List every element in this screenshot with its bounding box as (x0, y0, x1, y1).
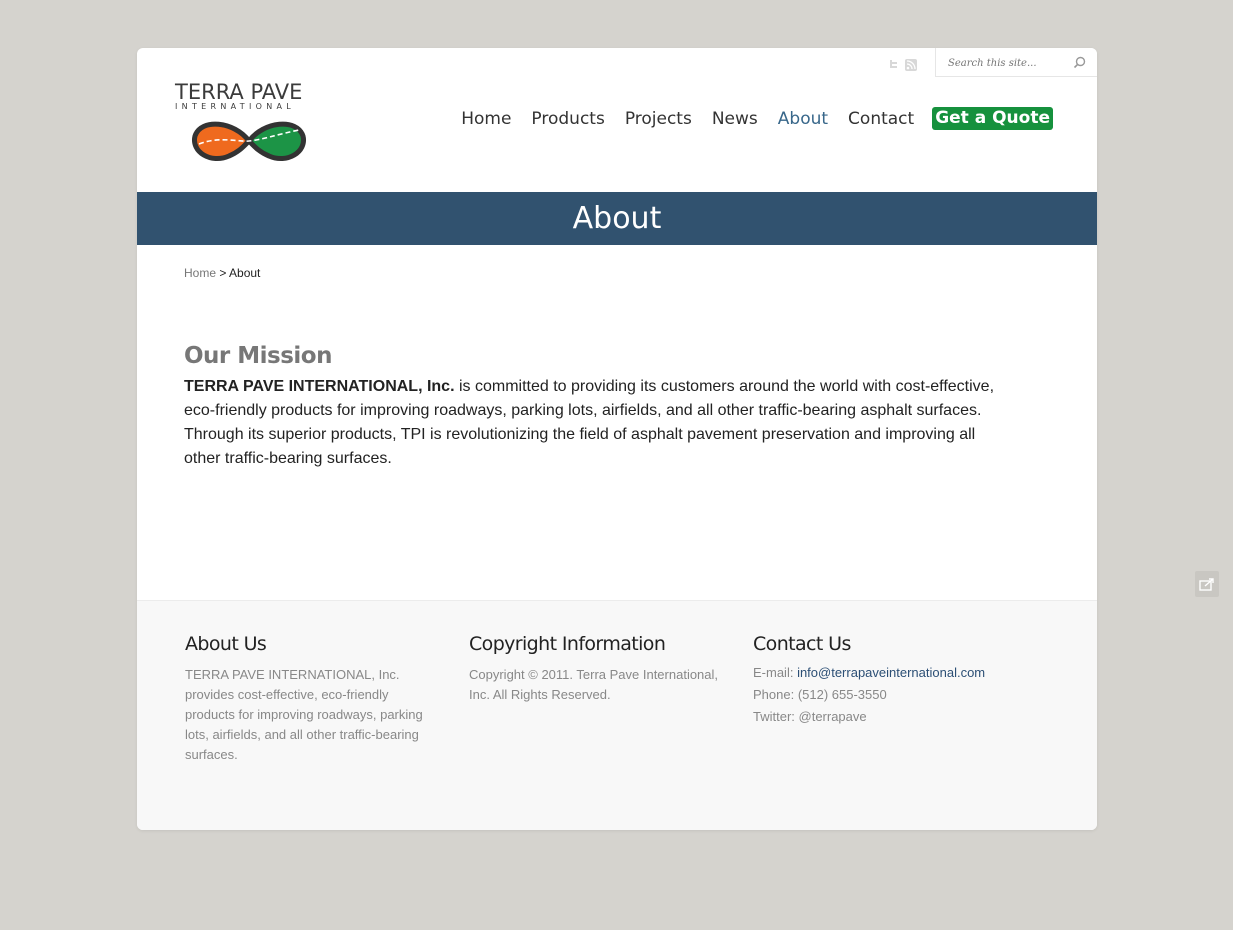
mission-heading: Our Mission (184, 343, 333, 369)
footer-contact: Contact Us E-mail: info@terrapaveinterna… (753, 633, 1003, 731)
footer-email-line: E-mail: info@terrapaveinternational.com (753, 665, 1003, 680)
site-footer: About Us TERRA PAVE INTERNATIONAL, Inc. … (137, 600, 1097, 830)
email-label: E-mail: (753, 665, 798, 680)
nav-contact[interactable]: Contact (848, 109, 914, 129)
page-title-banner: About (137, 192, 1097, 245)
nav-products[interactable]: Products (531, 109, 604, 129)
footer-phone: Phone: (512) 655-3550 (753, 687, 887, 702)
share-icon (1199, 578, 1214, 591)
footer-copyright-title: Copyright Information (469, 633, 666, 655)
site-logo[interactable]: TERRA PAVE INTERNATIONAL (175, 80, 325, 170)
mission-company-name: TERRA PAVE INTERNATIONAL, Inc. (184, 378, 455, 395)
infinity-logo-icon (192, 121, 306, 161)
get-a-quote-button[interactable]: Get a Quote (932, 107, 1053, 130)
footer-copyright: Copyright Information Copyright © 2011. … (469, 633, 719, 705)
search-input[interactable] (948, 56, 1068, 70)
site-header: TERRA PAVE INTERNATIONAL Home Pr (137, 48, 1097, 192)
search-icon[interactable] (1073, 56, 1086, 74)
breadcrumb-home-link[interactable]: Home (184, 266, 216, 280)
footer-about-text: TERRA PAVE INTERNATIONAL, Inc. provides … (185, 667, 423, 762)
nav-projects[interactable]: Projects (625, 109, 692, 129)
page-title: About (572, 201, 662, 236)
footer-contact-title: Contact Us (753, 633, 851, 655)
breadcrumb: Home > About (184, 266, 260, 280)
logo-subtitle: INTERNATIONAL (175, 102, 296, 111)
breadcrumb-current: About (229, 266, 261, 280)
mission-paragraph: TERRA PAVE INTERNATIONAL, Inc. is commit… (184, 375, 1004, 471)
rss-icon[interactable] (905, 58, 918, 71)
main-nav: Home Products Projects News About Contac… (441, 107, 1053, 130)
footer-twitter: Twitter: @terrapave (753, 709, 867, 724)
nav-home[interactable]: Home (461, 109, 511, 129)
logo-title: TERRA PAVE (175, 80, 303, 104)
footer-about-title: About Us (185, 633, 267, 655)
nav-news[interactable]: News (712, 109, 758, 129)
nav-about[interactable]: About (778, 109, 828, 129)
social-links (887, 58, 919, 76)
breadcrumb-separator: > (216, 266, 230, 280)
footer-about: About Us TERRA PAVE INTERNATIONAL, Inc. … (185, 633, 435, 765)
footer-copyright-text: Copyright © 2011. Terra Pave Internation… (469, 667, 719, 702)
site-search (935, 48, 1097, 77)
share-button[interactable] (1195, 571, 1219, 597)
email-link[interactable]: info@terrapaveinternational.com (797, 665, 985, 680)
page-container: TERRA PAVE INTERNATIONAL Home Pr (137, 48, 1097, 830)
twitter-icon[interactable] (887, 58, 899, 70)
